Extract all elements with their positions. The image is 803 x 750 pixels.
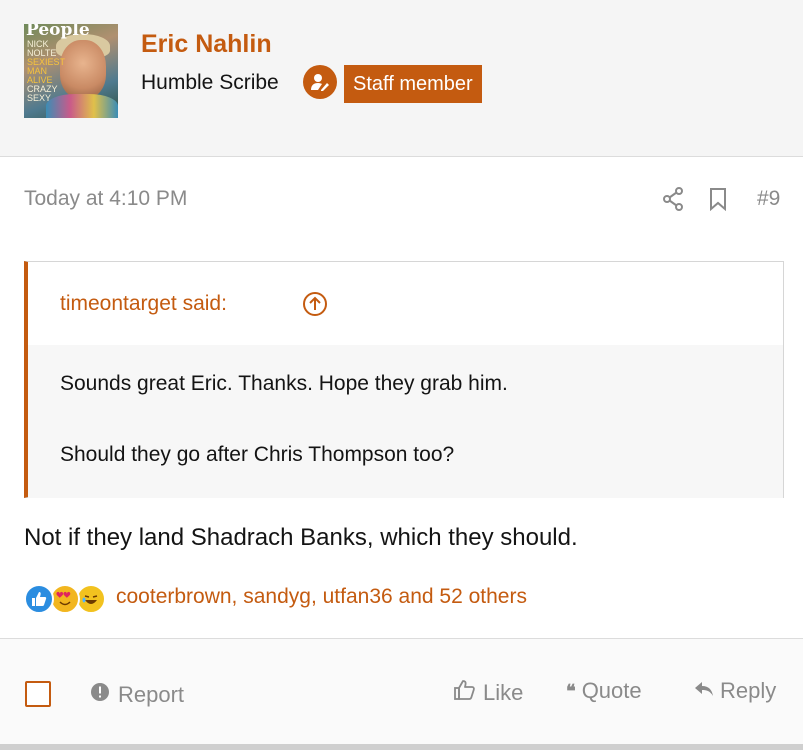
like-icon [24,584,54,614]
reply-button[interactable]: Reply [694,678,776,704]
post-date[interactable]: Today at 4:10 PM [24,187,187,211]
laugh-icon [76,584,106,614]
staff-member-badge: Staff member [344,65,482,103]
share-icon[interactable] [662,187,684,216]
quote-line: Sounds great Eric. Thanks. Hope they gra… [60,372,508,395]
message-user-block: People NICK NOLTE SEXIEST MAN ALIVE CRAZ… [0,0,803,157]
reply-arrow-icon [694,678,714,704]
reaction-users-link[interactable]: cooterbrown, sandyg, utfan36 and 52 othe… [116,585,527,609]
thumbs-up-icon [453,678,477,708]
reaction-icons[interactable] [24,584,124,614]
avatar[interactable]: People NICK NOLTE SEXIEST MAN ALIVE CRAZ… [24,24,118,118]
quote-button[interactable]: ❝ Quote [566,678,642,704]
quote-line: Should they go after Chris Thompson too? [60,443,455,466]
post-number-link[interactable]: #9 [757,187,780,211]
bottom-divider [0,744,803,750]
report-label: Report [118,682,185,707]
like-button[interactable]: Like [453,678,523,708]
arrow-up-circle-icon[interactable] [302,291,328,322]
quote-block: timeontarget said: Sounds great Eric. Th… [24,261,784,498]
quote-content: Sounds great Eric. Thanks. Hope they gra… [28,345,783,498]
like-label: Like [483,680,524,705]
avatar-cover-lines: NICK NOLTE SEXIEST MAN ALIVE CRAZY SEXY [27,40,65,103]
author-user-title: Humble Scribe [141,71,279,94]
quote-marks-icon: ❝ [566,680,576,702]
user-edit-icon [303,65,337,99]
bookmark-icon[interactable] [709,187,727,216]
post-body-text: Not if they land Shadrach Banks, which t… [24,524,578,551]
reply-label: Reply [720,678,777,703]
post-actions-bar: Report Like ❝ Quote Reply [0,638,803,750]
quote-label: Quote [581,678,642,703]
select-checkbox[interactable] [25,681,51,707]
avatar-magazine-logo: People [26,24,90,40]
quote-author-link[interactable]: timeontarget said: [60,292,227,316]
avatar-face [60,40,106,98]
alert-circle-icon [90,682,110,708]
quote-header: timeontarget said: [28,262,783,345]
love-icon [50,584,80,614]
cover-line: SEXY [27,93,52,103]
report-button[interactable]: Report [90,682,184,708]
author-name-link[interactable]: Eric Nahlin [141,30,272,59]
